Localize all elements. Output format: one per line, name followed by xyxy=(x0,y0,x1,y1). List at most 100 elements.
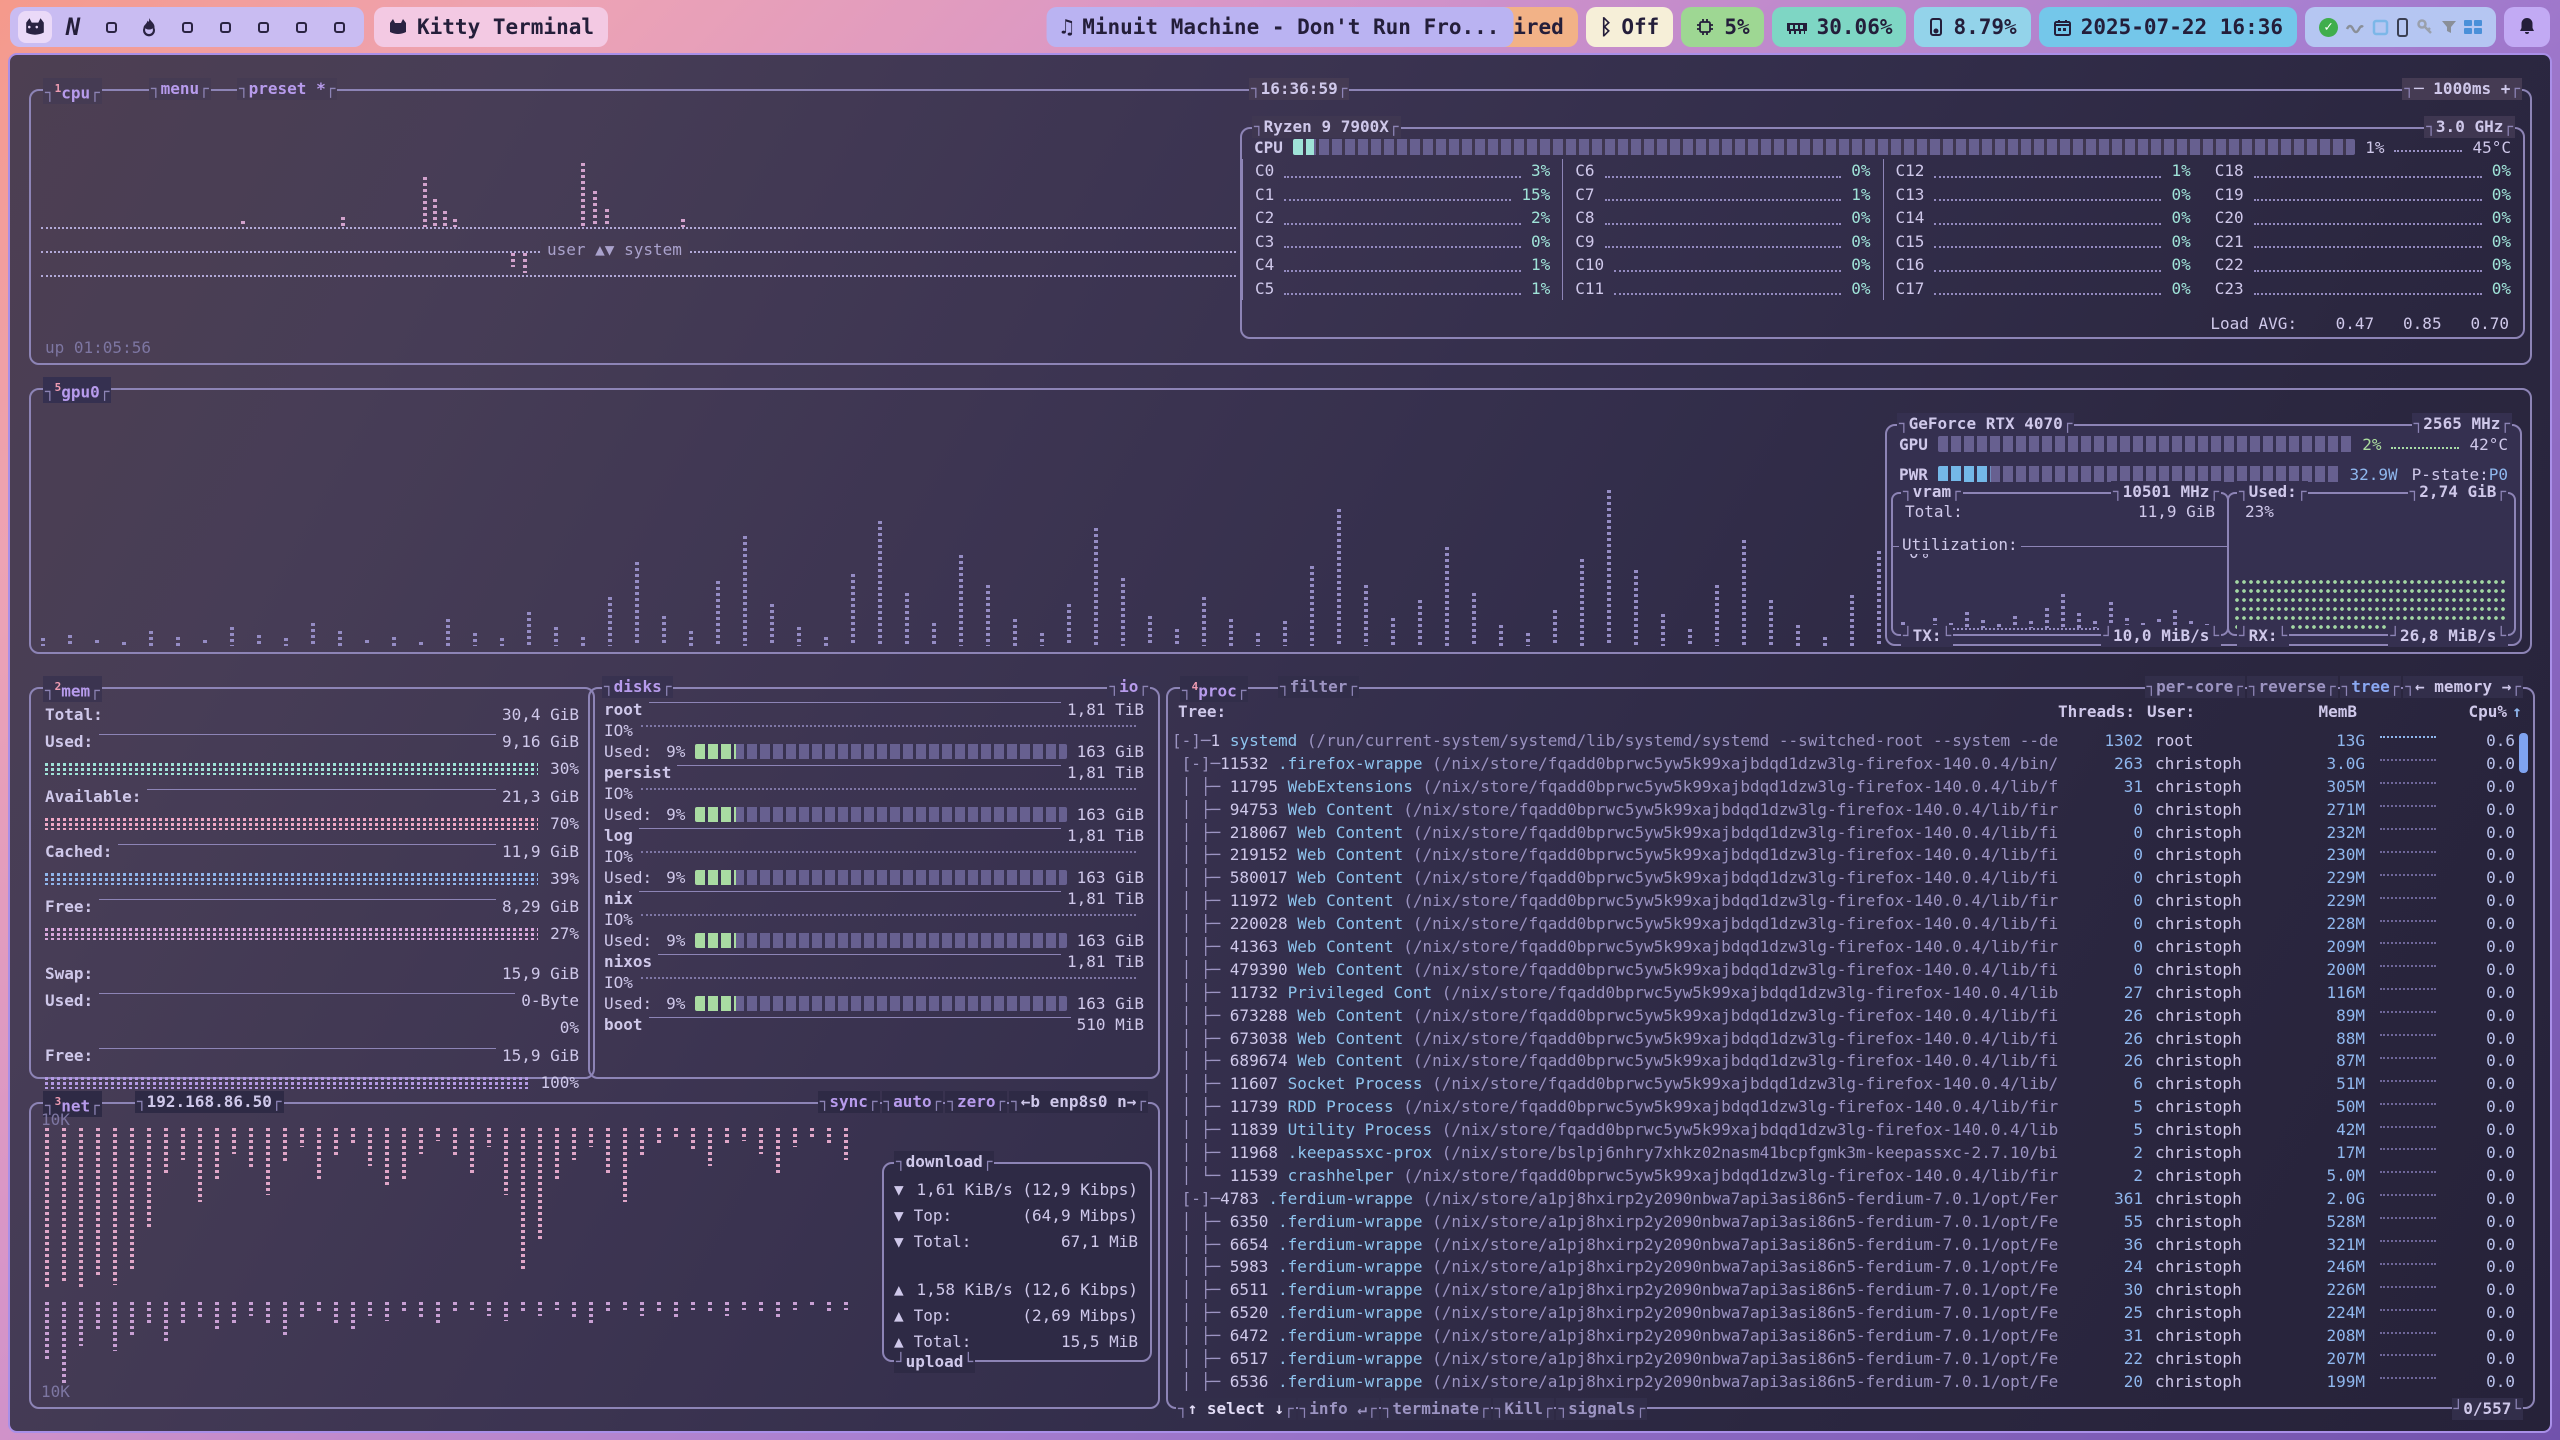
terminate-control[interactable]: terminate xyxy=(1381,1398,1491,1420)
status-ok-icon[interactable]: ✓ xyxy=(2319,18,2338,37)
process-row[interactable]: │ ├─ 673288 Web Content (/nix/store/fqad… xyxy=(1172,1004,2515,1027)
cpu-usage-chip[interactable]: 5% xyxy=(1681,7,1763,47)
process-row[interactable]: │ ├─ 220028 Web Content (/nix/store/fqad… xyxy=(1172,912,2515,935)
mem-column-header[interactable]: MemB xyxy=(2281,702,2357,721)
tree-column-header[interactable]: Tree: xyxy=(1178,702,2051,721)
process-scrollbar[interactable] xyxy=(2519,733,2528,773)
menu-button[interactable]: menu xyxy=(149,78,211,100)
cpu-usage-meter xyxy=(1293,139,2355,155)
disk-name: persist xyxy=(604,763,671,782)
process-row[interactable]: │ ├─ 11739 RDD Process (/nix/store/fqadd… xyxy=(1172,1095,2515,1118)
gpu-panel-title[interactable]: 5gpu0 xyxy=(43,377,111,403)
process-row[interactable]: │ ├─ 6517 .ferdium-wrappe (/nix/store/a1… xyxy=(1172,1347,2515,1370)
process-row[interactable]: │ ├─ 11732 Privileged Cont (/nix/store/f… xyxy=(1172,981,2515,1004)
workspace-nix[interactable]: N xyxy=(56,11,90,43)
core-usage: 0% xyxy=(2492,255,2511,274)
workspace-kitty[interactable] xyxy=(18,11,52,43)
disks-panel-title[interactable]: disks xyxy=(602,676,673,698)
process-row[interactable]: │ ├─ 6350 .ferdium-wrappe (/nix/store/a1… xyxy=(1172,1210,2515,1233)
process-user: christoph xyxy=(2143,777,2289,796)
notifications-chip[interactable] xyxy=(2504,7,2550,47)
memory-panel-title[interactable]: 2mem xyxy=(43,676,102,702)
process-row[interactable]: │ ├─ 6472 .ferdium-wrappe (/nix/store/a1… xyxy=(1172,1324,2515,1347)
cpu-column-header[interactable]: Cpu% xyxy=(2443,702,2507,721)
cpu-panel-title[interactable]: 1cpu xyxy=(43,78,102,104)
core-usage: 1% xyxy=(1531,255,1550,274)
process-row[interactable]: [-]─1 systemd (/run/current-system/syste… xyxy=(1172,729,2515,752)
process-row[interactable]: │ ├─ 11839 Utility Process (/nix/store/f… xyxy=(1172,1118,2515,1141)
process-threads: 0 xyxy=(2059,868,2143,887)
io-mode-button[interactable]: io xyxy=(1107,676,1150,698)
workspaces: N xyxy=(10,7,364,47)
interface-switcher[interactable]: ←b enp8s0 n→ xyxy=(1009,1091,1148,1113)
process-row[interactable]: │ ├─ 94753 Web Content (/nix/store/fqadd… xyxy=(1172,798,2515,821)
process-row[interactable]: │ ├─ 11972 Web Content (/nix/store/fqadd… xyxy=(1172,889,2515,912)
disk-entry: root 1,81 TiB IO% Used: 9% 163 GiB xyxy=(600,699,1148,762)
window-title-chip[interactable]: Kitty Terminal xyxy=(374,7,608,47)
update-interval-control[interactable]: ─ 1000ms + xyxy=(2402,78,2522,100)
workspace-7[interactable] xyxy=(246,11,280,43)
process-row[interactable]: │ ├─ 218067 Web Content (/nix/store/fqad… xyxy=(1172,821,2515,844)
user-column-header[interactable]: User: xyxy=(2135,702,2281,721)
per-core-toggle[interactable]: per-core xyxy=(2145,676,2245,698)
info-control[interactable]: info ↵ xyxy=(1298,1398,1379,1420)
process-row[interactable]: │ ├─ 11607 Socket Process (/nix/store/fq… xyxy=(1172,1072,2515,1095)
tree-toggle[interactable]: tree xyxy=(2340,676,2402,698)
process-row[interactable]: │ ├─ 479390 Web Content (/nix/store/fqad… xyxy=(1172,958,2515,981)
process-row[interactable]: │ └─ 11539 crashhelper (/nix/store/fqadd… xyxy=(1172,1164,2515,1187)
process-row[interactable]: │ ├─ 580017 Web Content (/nix/store/fqad… xyxy=(1172,866,2515,889)
process-row[interactable]: [-]─4783 .ferdium-wrappe (/nix/store/a1p… xyxy=(1172,1187,2515,1210)
workspace-8[interactable] xyxy=(284,11,318,43)
process-row[interactable]: │ ├─ 219152 Web Content (/nix/store/fqad… xyxy=(1172,843,2515,866)
memory-usage-chip[interactable]: 30.06% xyxy=(1772,7,1907,47)
select-control[interactable]: ↑ select ↓ xyxy=(1176,1398,1296,1420)
reverse-toggle[interactable]: reverse xyxy=(2247,676,2338,698)
sort-direction-icon[interactable]: ↑ xyxy=(2507,702,2527,721)
process-row[interactable]: [-]─11532 .firefox-wrappe (/nix/store/fq… xyxy=(1172,752,2515,775)
zero-toggle[interactable]: zero xyxy=(945,1091,1007,1113)
key-icon[interactable] xyxy=(2416,18,2434,36)
workspace-9[interactable] xyxy=(322,11,356,43)
media-player-chip[interactable]: ♫ Minuit Machine - Don't Run Fro... xyxy=(1047,7,1514,47)
wave-icon[interactable] xyxy=(2345,20,2365,34)
filter-button[interactable]: filter xyxy=(1278,676,1359,698)
proc-panel-title[interactable]: 4proc xyxy=(1180,676,1248,702)
process-row[interactable]: │ ├─ 11968 .keepassxc-prox (/nix/store/b… xyxy=(1172,1141,2515,1164)
cpu-usage-value: 5% xyxy=(1724,15,1749,39)
threads-column-header[interactable]: Threads: xyxy=(2051,702,2135,721)
stat-label: Total: xyxy=(45,705,103,724)
disk-usage-chip[interactable]: 8.79% xyxy=(1914,7,2030,47)
auto-toggle[interactable]: auto xyxy=(882,1091,944,1113)
bluetooth-chip[interactable]: ᛒ Off xyxy=(1586,7,1674,47)
stat-value: 15,9 GiB xyxy=(502,964,579,983)
phone-icon[interactable] xyxy=(2396,18,2409,37)
clipboard-icon[interactable] xyxy=(2372,19,2389,36)
process-user: christoph xyxy=(2143,983,2289,1002)
process-row[interactable]: │ ├─ 6536 .ferdium-wrappe (/nix/store/a1… xyxy=(1172,1370,2515,1393)
process-row[interactable]: │ ├─ 673038 Web Content (/nix/store/fqad… xyxy=(1172,1027,2515,1050)
workspace-5[interactable] xyxy=(170,11,204,43)
workspace-3[interactable] xyxy=(94,11,128,43)
core-usage: 1% xyxy=(1851,185,1870,204)
signals-control[interactable]: signals xyxy=(1556,1398,1647,1420)
process-row[interactable]: │ ├─ 41363 Web Content (/nix/store/fqadd… xyxy=(1172,935,2515,958)
memory-stat: Swap: 15,9 GiB xyxy=(41,960,583,987)
process-row[interactable]: │ ├─ 11795 WebExtensions (/nix/store/fqa… xyxy=(1172,775,2515,798)
process-row[interactable]: │ ├─ 6654 .ferdium-wrappe (/nix/store/a1… xyxy=(1172,1233,2515,1256)
sync-toggle[interactable]: sync xyxy=(818,1091,880,1113)
process-row[interactable]: │ ├─ 689674 Web Content (/nix/store/fqad… xyxy=(1172,1049,2515,1072)
process-row[interactable]: │ ├─ 6511 .ferdium-wrappe (/nix/store/a1… xyxy=(1172,1278,2515,1301)
clock-chip[interactable]: 2025-07-22 16:36 xyxy=(2039,7,2297,47)
workspace-6[interactable] xyxy=(208,11,242,43)
gpu-temp: 42°C xyxy=(2469,435,2508,454)
funnel-icon[interactable] xyxy=(2441,19,2457,35)
kill-control[interactable]: Kill xyxy=(1493,1398,1555,1420)
sort-column-switcher[interactable]: ← memory → xyxy=(2403,676,2523,698)
preset-button[interactable]: preset * xyxy=(237,78,337,100)
keyboard-icon[interactable] xyxy=(2464,20,2482,34)
cpu-graph-legend: user ▲▼ system xyxy=(541,240,688,259)
process-user: christoph xyxy=(2143,1303,2289,1322)
process-row[interactable]: │ ├─ 6520 .ferdium-wrappe (/nix/store/a1… xyxy=(1172,1301,2515,1324)
process-row[interactable]: │ ├─ 5983 .ferdium-wrappe (/nix/store/a1… xyxy=(1172,1255,2515,1278)
workspace-flame[interactable] xyxy=(132,11,166,43)
